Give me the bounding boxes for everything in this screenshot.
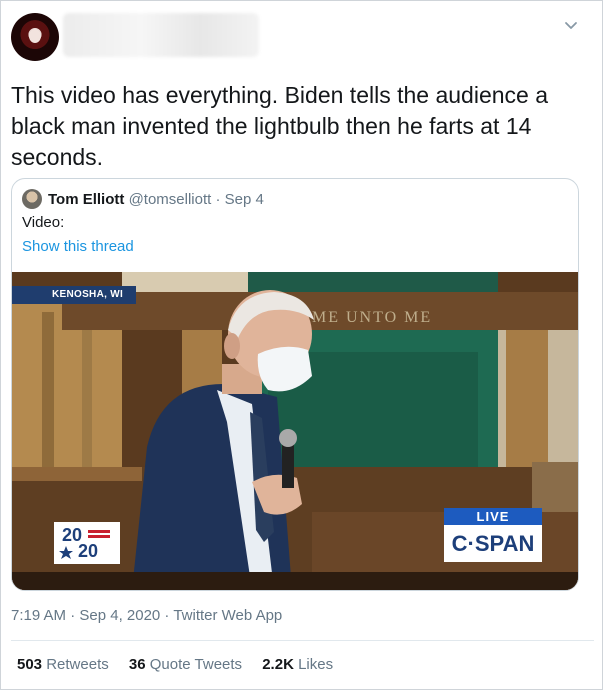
network-logo: C·SPAN	[444, 525, 542, 562]
wall-inscription: ME UNTO ME	[312, 309, 433, 326]
show-thread-link[interactable]: Show this thread	[22, 237, 134, 257]
likes-label: Likes	[298, 656, 334, 673]
logo-stripes-graphic	[59, 530, 110, 559]
quoted-tweet[interactable]: Tom Elliott @tomselliott · Sep 4 Video: …	[11, 178, 579, 591]
quote-tweets-label: Quote Tweets	[149, 656, 243, 673]
retweets-count: 503	[17, 656, 43, 673]
location-banner: KENOSHA, WI	[12, 286, 136, 304]
chevron-down-icon[interactable]	[562, 16, 580, 34]
quote-tweets-stat[interactable]: 36 Quote Tweets	[129, 656, 242, 673]
likes-count: 2.2K	[262, 656, 294, 673]
retweets-stat[interactable]: 503 Retweets	[17, 656, 109, 673]
quoted-author-handle: @tomselliott · Sep 4	[128, 191, 264, 208]
tweet-timestamp[interactable]: 7:19 AM · Sep 4, 2020 · Twitter Web App	[11, 606, 282, 626]
quoted-author-name[interactable]: Tom Elliott	[48, 191, 124, 208]
tweet-text: This video has everything. Biden tells t…	[11, 82, 548, 170]
quoted-author-avatar[interactable]	[22, 189, 42, 209]
quote-tweets-count: 36	[128, 656, 146, 673]
divider	[11, 640, 594, 641]
quoted-tweet-text: Video:	[22, 214, 65, 231]
retweets-label: Retweets	[46, 656, 109, 673]
author-name-blurred	[63, 13, 259, 57]
likes-stat[interactable]: 2.2K Likes	[262, 656, 333, 673]
quoted-tweet-header: Tom Elliott @tomselliott · Sep 4	[48, 190, 264, 210]
live-badge: LIVE	[444, 508, 542, 525]
video-player[interactable]: ME UNTO ME KENOSHA, WI 20 20 LIVE C·SPAN	[12, 272, 578, 590]
logo-2020: 20 20	[54, 522, 120, 564]
author-avatar[interactable]	[11, 13, 59, 61]
network-bug: LIVE C·SPAN	[444, 508, 542, 564]
engagement-stats: 503 Retweets 36 Quote Tweets 2.2K Likes	[17, 655, 349, 675]
tweet-card: This video has everything. Biden tells t…	[0, 0, 603, 690]
